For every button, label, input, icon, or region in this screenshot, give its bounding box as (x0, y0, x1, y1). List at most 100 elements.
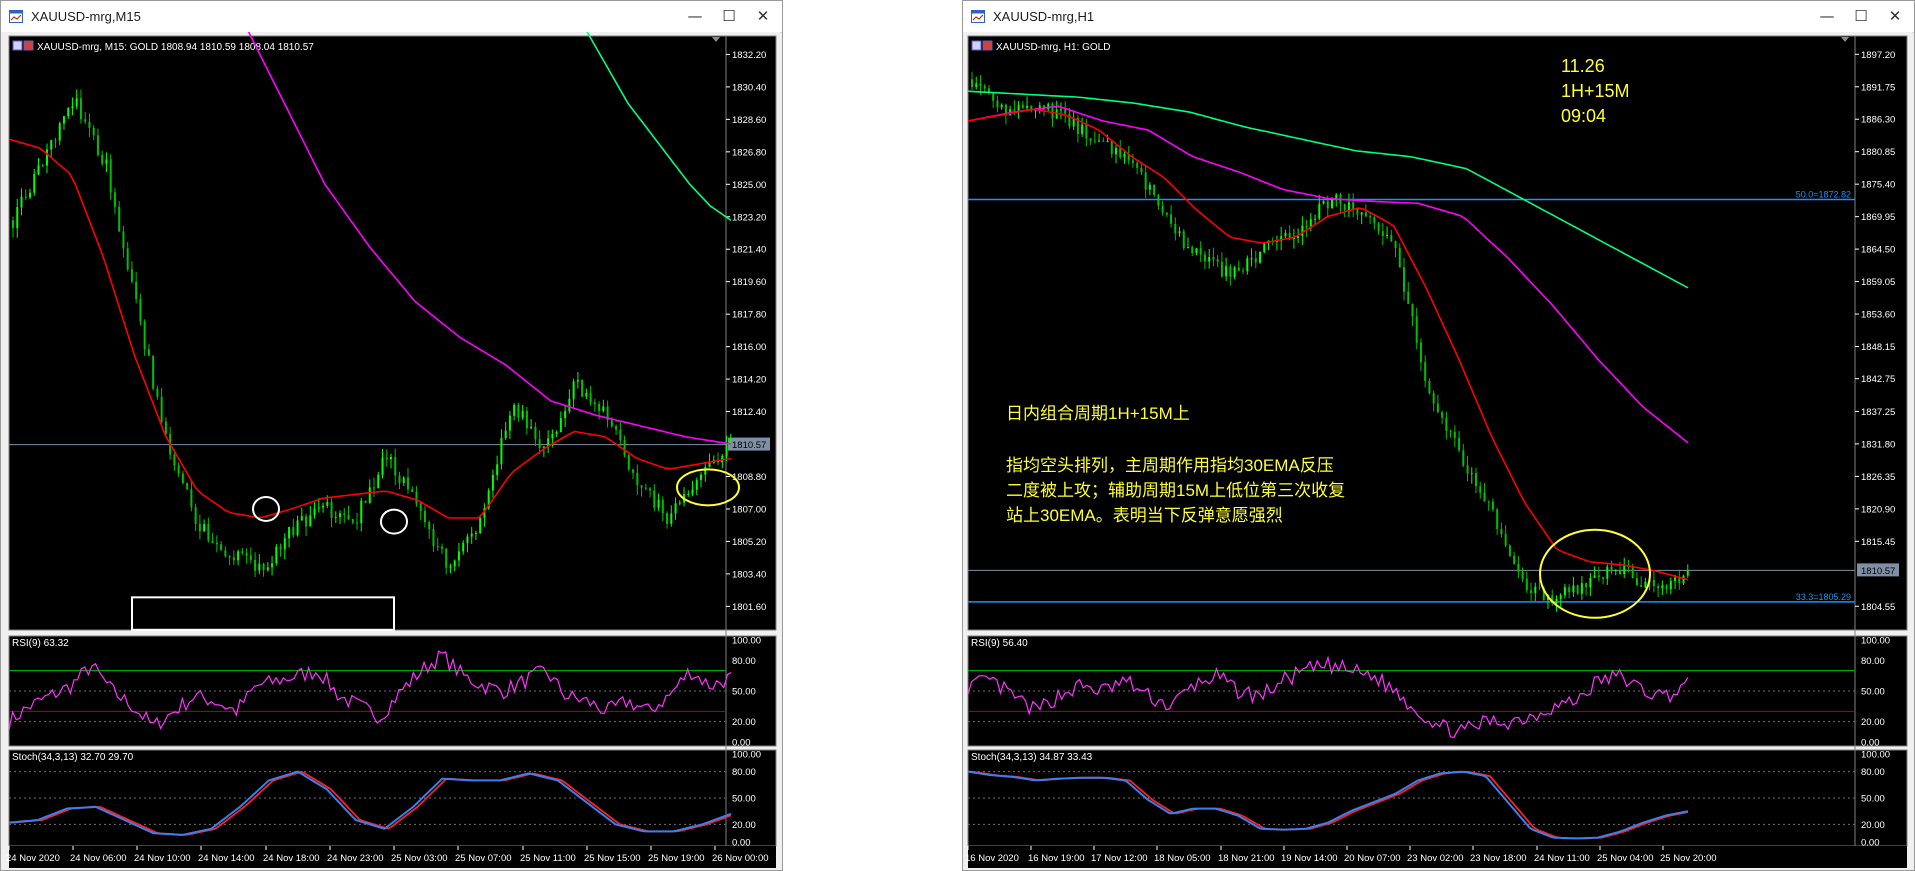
candle-body (1381, 231, 1384, 236)
candle-body (1504, 534, 1507, 546)
candle-body (207, 524, 210, 541)
stoch-label: Stoch(34,3,13) 32.70 29.70 (12, 752, 134, 763)
candle-body (1445, 417, 1448, 431)
price-axis-label: 1864.50 (1861, 245, 1895, 256)
candle-body (1377, 223, 1380, 232)
candle-body (75, 98, 78, 107)
window-titlebar[interactable]: XAUUSD-mrg,H1 — ☐ ✕ (963, 1, 1914, 33)
close-icon[interactable]: ✕ (1878, 4, 1912, 29)
candle-body (305, 516, 308, 527)
chart-window-h1[interactable]: XAUUSD-mrg,H1 — ☐ ✕ XAUUSD-mrg, H1: GOLD… (962, 0, 1915, 871)
candle-body (1347, 202, 1350, 210)
candle-body (971, 79, 973, 88)
time-axis-label: 18 Nov 21:00 (1218, 853, 1275, 864)
candle-body (245, 553, 248, 556)
time-axis-label: 25 Nov 04:00 (1597, 853, 1654, 864)
candle-body (1203, 254, 1206, 262)
candle-body (101, 155, 104, 164)
candle-body (555, 432, 558, 435)
chart-canvas-h1[interactable]: XAUUSD-mrg, H1: GOLD 1897.20 1891.75 1886.3… (963, 32, 1912, 870)
candle-body (1449, 430, 1452, 432)
candle-body (1174, 223, 1177, 234)
candle-body (92, 127, 95, 136)
candle-body (983, 86, 986, 89)
chart-canvas-m15[interactable]: XAUUSD-mrg, M15: GOLD 1808.94 1810.59 18… (1, 32, 780, 870)
candle-body (415, 492, 418, 504)
candle-body (109, 159, 112, 193)
candle-body (402, 477, 405, 483)
time-axis-label: 25 Nov 15:00 (584, 853, 641, 864)
close-icon[interactable]: ✕ (746, 4, 780, 29)
candle-body (491, 474, 494, 491)
candle-body (190, 489, 193, 508)
candle-body (1614, 570, 1617, 572)
candle-body (457, 551, 460, 561)
candle-body (432, 529, 435, 547)
candle-body (406, 477, 409, 490)
candle-body (160, 396, 163, 422)
chart-window-m15[interactable]: XAUUSD-mrg,M15 — ☐ ✕ XAUUSD-mrg, M15: GO… (0, 0, 783, 871)
candle-body (653, 490, 656, 508)
time-axis-label: 26 Nov 00:00 (712, 853, 769, 864)
candle-body (1305, 225, 1308, 228)
candle-body (1170, 214, 1173, 224)
candle-body (164, 421, 167, 434)
candle-body (619, 429, 622, 441)
symbol-icon (971, 40, 982, 51)
price-axis-label: 1826.80 (732, 147, 766, 158)
price-axis-label: 1886.30 (1861, 115, 1895, 126)
candle-body (62, 116, 65, 124)
candle-body (1144, 172, 1147, 190)
candle-body (1106, 140, 1109, 142)
candle-body (1640, 585, 1643, 587)
candle-body (1593, 575, 1596, 578)
price-axis-label: 1805.20 (732, 537, 766, 548)
candle-body (1669, 581, 1672, 590)
candle-body (1322, 201, 1325, 204)
maximize-icon[interactable]: ☐ (1844, 4, 1878, 29)
candle-body (300, 516, 303, 521)
minimize-icon[interactable]: — (678, 4, 712, 29)
rsi-axis-label: 50.00 (732, 687, 756, 698)
candle-body (288, 526, 291, 539)
candle-body (1678, 577, 1681, 584)
candle-body (334, 516, 337, 518)
candle-body (1403, 267, 1405, 292)
candle-body (1458, 437, 1461, 451)
window-titlebar[interactable]: XAUUSD-mrg,M15 — ☐ ✕ (1, 1, 782, 33)
stoch-axis-label: 0.00 (732, 838, 751, 849)
candle-body (258, 563, 261, 571)
stoch-axis-label: 20.00 (732, 820, 756, 831)
candle-body (440, 546, 443, 549)
candle-body (992, 93, 995, 101)
annotation-text: 日内组合周期1H+15M上 (1006, 404, 1190, 423)
candle-body (147, 349, 150, 356)
candle-body (241, 551, 244, 554)
annotation-text: 指均空头排列，主周期作用指均30EMA反压 (1006, 456, 1334, 475)
candle-body (666, 513, 669, 524)
candle-body (1284, 232, 1287, 237)
stoch-axis-label: 100.00 (732, 750, 761, 761)
candle-body (678, 502, 681, 504)
price-axis-label: 1897.20 (1861, 50, 1895, 61)
candle-body (1165, 212, 1168, 215)
stoch-axis-label: 20.00 (1861, 820, 1885, 831)
candle-body (1318, 203, 1321, 219)
candle-body (1199, 248, 1202, 255)
candle-body (1301, 225, 1304, 236)
candle-body (1229, 266, 1232, 277)
candle-body (695, 480, 698, 490)
time-axis-label: 24 Nov 10:00 (134, 853, 191, 864)
candle-body (126, 248, 129, 270)
candle-body (534, 426, 537, 440)
minimize-icon[interactable]: — (1810, 4, 1844, 29)
candle-body (1098, 140, 1101, 142)
candle-body (58, 123, 61, 141)
candle-body (470, 533, 473, 537)
candle-body (615, 426, 618, 430)
maximize-icon[interactable]: ☐ (712, 4, 746, 29)
candle-body (16, 207, 19, 229)
candle-body (237, 551, 240, 561)
price-axis-label: 1810.57 (732, 440, 766, 451)
candle-body (538, 439, 541, 449)
